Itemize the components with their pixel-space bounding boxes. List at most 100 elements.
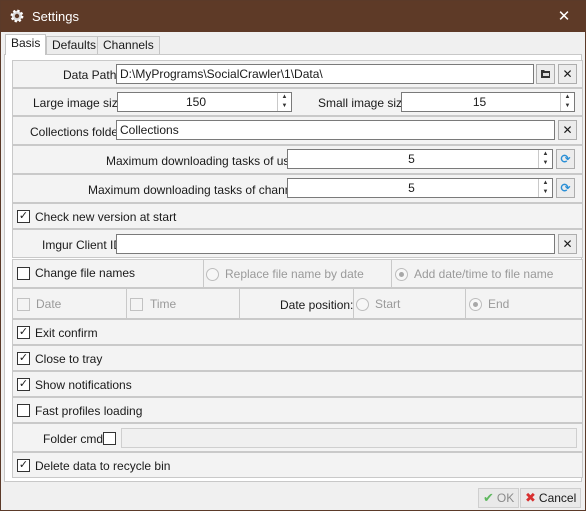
fast-profiles-row: Fast profiles loading	[12, 397, 583, 423]
folder-cmd-row: Folder cmd	[12, 423, 583, 452]
imgur-client-id-input[interactable]	[116, 234, 555, 254]
max-tasks-channels-input[interactable]: 5 ▲ ▼	[287, 178, 553, 198]
max-tasks-users-stepper[interactable]: ▲ ▼	[538, 150, 552, 168]
folder-open-icon	[540, 70, 550, 78]
clear-icon: ✕	[562, 237, 573, 251]
check-version-checkbox[interactable]: ✓	[17, 210, 30, 223]
show-notifications-label: Show notifications	[35, 378, 132, 392]
cancel-button[interactable]: ✖ Cancel	[520, 488, 582, 508]
refresh-icon: ⟳	[560, 181, 571, 195]
date-options-row: Date Time Date position: Start End	[12, 288, 583, 319]
show-notifications-row: ✓ Show notifications	[12, 371, 583, 397]
tab-defaults[interactable]: Defaults	[46, 36, 103, 54]
close-to-tray-checkbox[interactable]: ✓	[17, 352, 30, 365]
close-to-tray-row: ✓ Close to tray	[12, 345, 583, 371]
replace-by-date-radio[interactable]	[206, 268, 219, 281]
max-tasks-channels-label: Maximum downloading tasks of channels	[88, 183, 307, 197]
cancel-icon: ✖	[525, 490, 536, 505]
clear-icon: ✕	[562, 67, 573, 81]
date-checkbox[interactable]	[17, 298, 30, 311]
add-datetime-label: Add date/time to file name	[414, 267, 554, 281]
folder-cmd-label: Folder cmd	[43, 432, 104, 446]
small-image-size-stepper[interactable]: ▲ ▼	[560, 93, 574, 111]
settings-window: Settings ✕ Basis Defaults Channels Data …	[0, 0, 586, 511]
position-end-radio[interactable]	[469, 298, 482, 311]
divider	[239, 289, 240, 318]
recycle-bin-checkbox[interactable]: ✓	[17, 459, 30, 472]
tab-channels[interactable]: Channels	[97, 36, 160, 54]
large-image-size-input[interactable]: 150 ▲ ▼	[117, 92, 292, 112]
fast-profiles-checkbox[interactable]	[17, 404, 30, 417]
data-path-input[interactable]: D:\MyPrograms\SocialCrawler\1\Data\	[116, 64, 534, 84]
tab-basis[interactable]: Basis	[5, 34, 47, 55]
divider	[465, 289, 466, 318]
max-tasks-channels-stepper[interactable]: ▲ ▼	[538, 179, 552, 197]
title-bar: Settings ✕	[1, 1, 586, 32]
clear-data-path-button[interactable]: ✕	[558, 64, 577, 84]
image-size-row: Large image size 150 ▲ ▼ Small image size…	[12, 88, 583, 116]
max-tasks-users-label: Maximum downloading tasks of users	[106, 154, 307, 168]
add-datetime-radio[interactable]	[395, 268, 408, 281]
max-tasks-users-value: 5	[408, 152, 415, 166]
large-image-size-stepper[interactable]: ▲ ▼	[277, 93, 291, 111]
tasks-users-row: Maximum downloading tasks of users 5 ▲ ▼ …	[12, 145, 583, 174]
gear-icon	[10, 9, 24, 23]
small-image-size-label: Small image size	[318, 96, 409, 110]
change-file-names-checkbox[interactable]	[17, 267, 30, 280]
browse-folder-button[interactable]	[536, 64, 555, 84]
clear-collections-button[interactable]: ✕	[558, 120, 577, 140]
position-end-label: End	[488, 297, 510, 311]
large-image-size-label: Large image size	[33, 96, 125, 110]
max-tasks-users-input[interactable]: 5 ▲ ▼	[287, 149, 553, 169]
window-title: Settings	[32, 9, 79, 24]
time-checkbox[interactable]	[130, 298, 143, 311]
position-start-label: Start	[375, 297, 401, 311]
refresh-users-tasks-button[interactable]: ⟳	[556, 149, 575, 169]
divider	[126, 289, 127, 318]
small-image-size-value: 15	[472, 95, 487, 109]
refresh-icon: ⟳	[560, 152, 571, 166]
ok-button[interactable]: ✔ OK	[478, 488, 520, 508]
change-file-names-label: Change file names	[35, 266, 136, 280]
small-image-size-input[interactable]: 15 ▲ ▼	[401, 92, 575, 112]
basis-panel: Data Path D:\MyPrograms\SocialCrawler\1\…	[4, 54, 583, 482]
divider	[391, 260, 392, 287]
date-position-label: Date position:	[280, 298, 354, 312]
ok-label: OK	[496, 491, 515, 505]
imgur-client-id-label: Imgur Client ID	[42, 238, 123, 252]
time-label: Time	[150, 297, 177, 311]
max-tasks-channels-value: 5	[408, 181, 415, 195]
collections-row: Collections folder Collections ✕	[12, 116, 583, 145]
folder-cmd-checkbox[interactable]	[103, 432, 116, 445]
recycle-row: ✓ Delete data to recycle bin	[12, 452, 583, 478]
check-icon: ✔	[483, 490, 494, 505]
data-path-label: Data Path	[63, 68, 117, 82]
close-to-tray-label: Close to tray	[35, 352, 103, 366]
clear-icon: ✕	[562, 123, 573, 137]
position-start-radio[interactable]	[356, 298, 369, 311]
collections-folder-label: Collections folder	[30, 125, 123, 139]
show-notifications-checkbox[interactable]: ✓	[17, 378, 30, 391]
date-label: Date	[36, 297, 62, 311]
imgur-row: Imgur Client ID ✕	[12, 229, 583, 258]
fast-profiles-label: Fast profiles loading	[35, 404, 143, 418]
close-button[interactable]: ✕	[541, 1, 586, 32]
exit-confirm-label: Exit confirm	[35, 326, 98, 340]
check-version-label: Check new version at start	[35, 210, 177, 224]
collections-folder-input[interactable]: Collections	[116, 120, 555, 140]
tasks-channels-row: Maximum downloading tasks of channels 5 …	[12, 174, 583, 203]
folder-cmd-input[interactable]	[121, 428, 577, 448]
divider	[203, 260, 204, 287]
change-file-names-row: Change file names Replace file name by d…	[12, 259, 583, 288]
divider	[353, 289, 354, 318]
exit-confirm-row: ✓ Exit confirm	[12, 319, 583, 345]
large-image-size-value: 150	[185, 95, 207, 109]
exit-confirm-checkbox[interactable]: ✓	[17, 326, 30, 339]
replace-by-date-label: Replace file name by date	[225, 267, 364, 281]
check-version-row: ✓ Check new version at start	[12, 203, 583, 229]
data-path-row: Data Path D:\MyPrograms\SocialCrawler\1\…	[12, 60, 583, 88]
refresh-channels-tasks-button[interactable]: ⟳	[556, 178, 575, 198]
recycle-bin-label: Delete data to recycle bin	[35, 459, 171, 473]
clear-imgur-button[interactable]: ✕	[558, 234, 577, 254]
cancel-label: Cancel	[538, 491, 577, 505]
